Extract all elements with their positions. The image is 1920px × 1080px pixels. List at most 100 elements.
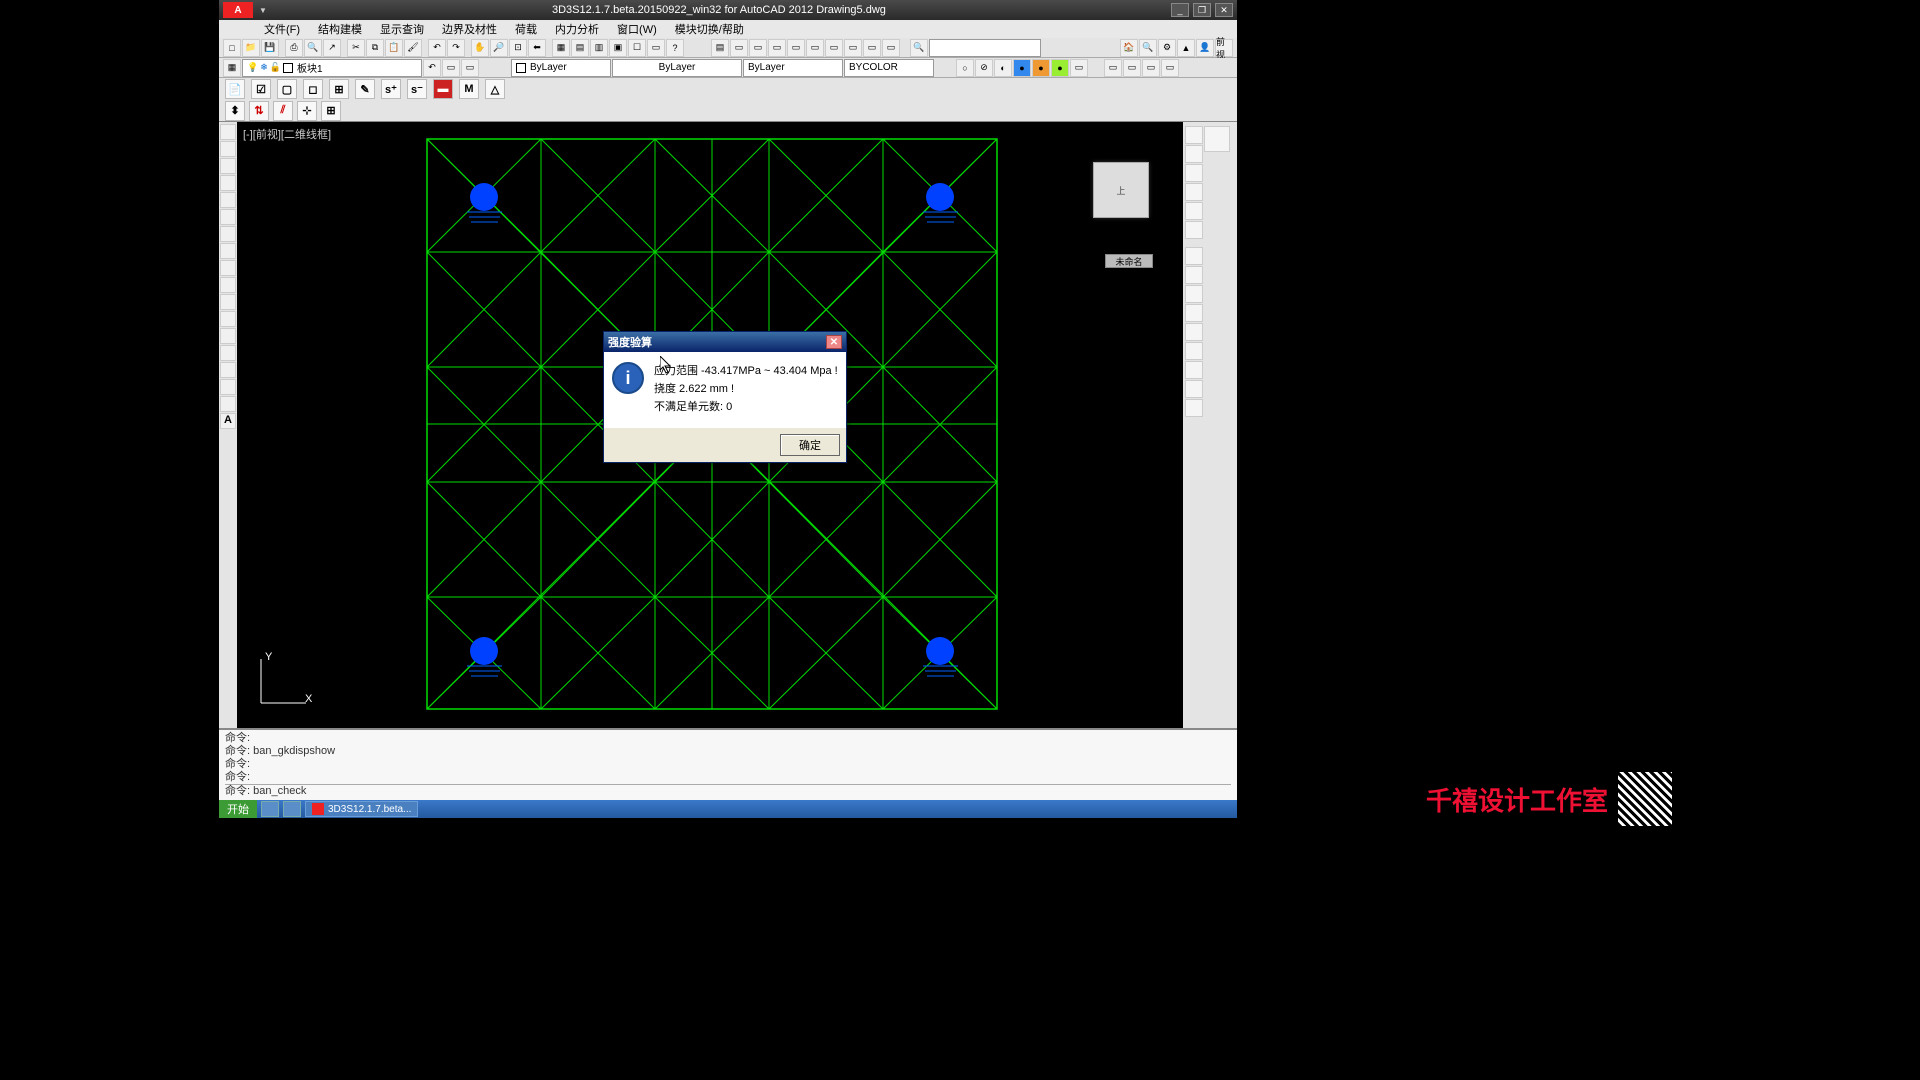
quicklaunch-icon-1[interactable] bbox=[261, 801, 279, 817]
props-icon[interactable]: ▦ bbox=[552, 39, 570, 57]
layer-tool4-icon[interactable]: ▭ bbox=[768, 39, 786, 57]
layer-tool6-icon[interactable]: ▭ bbox=[806, 39, 824, 57]
dialog-titlebar[interactable]: 强度验算 ✕ bbox=[604, 332, 846, 352]
rp-icon-10[interactable] bbox=[1185, 304, 1203, 322]
nav-tool4-icon[interactable]: ▲ bbox=[1177, 39, 1195, 57]
rp-icon-9[interactable] bbox=[1185, 285, 1203, 303]
menu-module[interactable]: 模块切换/帮助 bbox=[672, 21, 747, 37]
mtext-icon[interactable] bbox=[220, 362, 236, 378]
menu-display[interactable]: 显示查询 bbox=[377, 21, 427, 37]
t2-icon[interactable]: ⇅ bbox=[249, 101, 269, 121]
c6-icon[interactable]: ✎ bbox=[355, 79, 375, 99]
c2-icon[interactable]: ☑ bbox=[251, 79, 271, 99]
quick-dropdown-icon[interactable]: ▼ bbox=[259, 6, 267, 15]
lineweight-dropdown[interactable]: ByLayer bbox=[743, 59, 843, 77]
rp2-icon-1[interactable] bbox=[1204, 126, 1230, 152]
table-icon[interactable] bbox=[220, 328, 236, 344]
misc-right3-icon[interactable]: ▭ bbox=[1142, 59, 1160, 77]
sheet-icon[interactable]: ▣ bbox=[609, 39, 627, 57]
tool-palette-icon[interactable]: ▥ bbox=[590, 39, 608, 57]
nav-tool6-icon[interactable]: 前视 bbox=[1215, 39, 1233, 57]
menu-analysis[interactable]: 内力分析 bbox=[552, 21, 602, 37]
save-icon[interactable]: 💾 bbox=[261, 39, 279, 57]
render-tool1-icon[interactable]: ○ bbox=[956, 59, 974, 77]
circle-icon[interactable] bbox=[220, 175, 236, 191]
rp-icon-6[interactable] bbox=[1185, 221, 1203, 239]
redo-icon[interactable]: ↷ bbox=[447, 39, 465, 57]
close-button[interactable]: ✕ bbox=[1215, 3, 1233, 17]
layer-misc1-icon[interactable]: ▭ bbox=[442, 59, 460, 77]
menu-load[interactable]: 荷载 bbox=[512, 21, 540, 37]
render-tool3-icon[interactable]: ◐ bbox=[994, 59, 1012, 77]
layer-prev-icon[interactable]: ↶ bbox=[423, 59, 441, 77]
zoom-window-icon[interactable]: ⊡ bbox=[509, 39, 527, 57]
linetype-dropdown[interactable]: ByLayer bbox=[612, 59, 742, 77]
quicklaunch-icon-2[interactable] bbox=[283, 801, 301, 817]
text-a-icon[interactable]: A bbox=[220, 413, 236, 429]
misc-right1-icon[interactable]: ▭ bbox=[1104, 59, 1122, 77]
rp-icon-4[interactable] bbox=[1185, 183, 1203, 201]
t4-icon[interactable]: ⊹ bbox=[297, 101, 317, 121]
rp-icon-14[interactable] bbox=[1185, 380, 1203, 398]
misc-right4-icon[interactable]: ▭ bbox=[1161, 59, 1179, 77]
block-icon[interactable] bbox=[220, 294, 236, 310]
c7-icon[interactable]: s⁺ bbox=[381, 79, 401, 99]
layer-tool10-icon[interactable]: ▭ bbox=[882, 39, 900, 57]
minimize-button[interactable]: _ bbox=[1171, 3, 1189, 17]
rp-icon-12[interactable] bbox=[1185, 342, 1203, 360]
pline-icon[interactable] bbox=[220, 141, 236, 157]
pan-icon[interactable]: ✋ bbox=[471, 39, 489, 57]
insert-icon[interactable] bbox=[220, 311, 236, 327]
rp-icon-15[interactable] bbox=[1185, 399, 1203, 417]
menu-file[interactable]: 文件(F) bbox=[261, 21, 303, 37]
c5-icon[interactable]: ⊞ bbox=[329, 79, 349, 99]
calc-icon[interactable]: ▭ bbox=[647, 39, 665, 57]
c4-icon[interactable]: ◻ bbox=[303, 79, 323, 99]
hatch-icon[interactable] bbox=[220, 260, 236, 276]
layer-tool2-icon[interactable]: ▭ bbox=[730, 39, 748, 57]
taskbar-app-button[interactable]: 3D3S12.1.7.beta... bbox=[305, 801, 418, 817]
preview-icon[interactable]: 🔍 bbox=[304, 39, 322, 57]
print-icon[interactable]: ⎙ bbox=[285, 39, 303, 57]
nav-tool2-icon[interactable]: 🔍 bbox=[1139, 39, 1157, 57]
rect-icon[interactable] bbox=[220, 192, 236, 208]
t5-icon[interactable]: ⊞ bbox=[321, 101, 341, 121]
match-icon[interactable]: 🖌 bbox=[404, 39, 422, 57]
search-field[interactable] bbox=[929, 39, 1041, 57]
maximize-button[interactable]: ❐ bbox=[1193, 3, 1211, 17]
ok-button[interactable]: 确定 bbox=[780, 434, 840, 456]
markup-icon[interactable]: ☐ bbox=[628, 39, 646, 57]
t3-icon[interactable]: ⫽ bbox=[273, 101, 293, 121]
render-sphere2-icon[interactable]: ● bbox=[1032, 59, 1050, 77]
c8-icon[interactable]: s⁻ bbox=[407, 79, 427, 99]
undo-icon[interactable]: ↶ bbox=[428, 39, 446, 57]
paste-icon[interactable]: 📋 bbox=[385, 39, 403, 57]
point-icon[interactable] bbox=[220, 277, 236, 293]
c10-icon[interactable]: M bbox=[459, 79, 479, 99]
region-icon[interactable] bbox=[220, 345, 236, 361]
cut-icon[interactable]: ✂ bbox=[347, 39, 365, 57]
line-icon[interactable] bbox=[220, 124, 236, 140]
rp-icon-5[interactable] bbox=[1185, 202, 1203, 220]
nav-tool1-icon[interactable]: 🏠 bbox=[1120, 39, 1138, 57]
menu-struct[interactable]: 结构建模 bbox=[315, 21, 365, 37]
polygon-icon[interactable] bbox=[220, 209, 236, 225]
rp-icon-11[interactable] bbox=[1185, 323, 1203, 341]
command-history[interactable]: 命令: 命令: ban_gkdispshow 命令: 命令: 命令: ban_c… bbox=[219, 728, 1237, 800]
layer-manager-icon[interactable]: ▦ bbox=[223, 59, 241, 77]
layer-tool9-icon[interactable]: ▭ bbox=[863, 39, 881, 57]
start-button[interactable]: 开始 bbox=[219, 800, 257, 818]
boundary-icon[interactable] bbox=[220, 396, 236, 412]
layer-tool-icon[interactable]: ▤ bbox=[711, 39, 729, 57]
misc-right2-icon[interactable]: ▭ bbox=[1123, 59, 1141, 77]
c11-icon[interactable]: △ bbox=[485, 79, 505, 99]
arc-icon[interactable] bbox=[220, 158, 236, 174]
ellipse-icon[interactable] bbox=[220, 226, 236, 242]
help-icon[interactable]: ? bbox=[666, 39, 684, 57]
dcenter-icon[interactable]: ▤ bbox=[571, 39, 589, 57]
menu-window[interactable]: 窗口(W) bbox=[614, 21, 660, 37]
t1-icon[interactable]: ⬍ bbox=[225, 101, 245, 121]
zoom-icon[interactable]: 🔎 bbox=[490, 39, 508, 57]
color-dropdown[interactable]: ByLayer bbox=[511, 59, 611, 77]
new-icon[interactable]: □ bbox=[223, 39, 241, 57]
